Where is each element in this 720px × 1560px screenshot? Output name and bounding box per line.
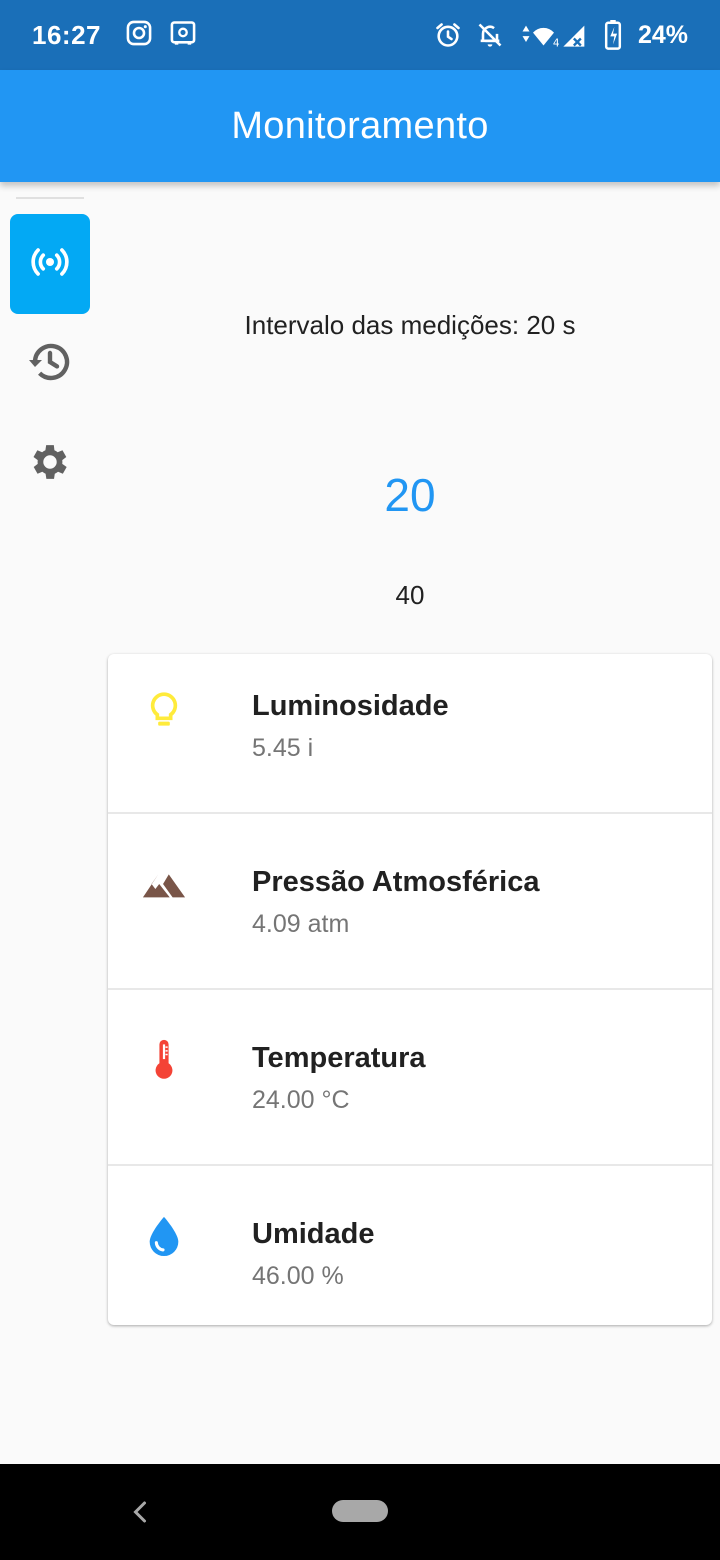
thermometer-icon [132,1028,196,1092]
page-title: Monitoramento [231,104,489,147]
chevron-left-icon [133,1501,146,1523]
app-bar: Monitoramento [0,70,720,182]
status-notification-icons [125,19,197,52]
sensor-value: 4.09 atm [252,910,350,938]
sensor-value: 5.45 i [252,734,314,762]
status-time: 16:27 [32,19,101,50]
nav-item-settings[interactable] [10,414,90,514]
sensor-row-temperature: Temperatura 24.00 °C [108,990,712,1166]
notifications-off-icon [476,21,504,49]
status-system-icons: 4 24% [434,20,688,50]
status-bar: 16:27 4 24% [0,0,720,70]
network-signal-icon: 4 [518,21,590,49]
nav-item-monitor[interactable] [10,214,90,314]
interval-picker-selected-value[interactable]: 20 [100,468,720,522]
battery-percentage: 24% [637,20,688,49]
terrain-icon [132,852,196,916]
nav-divider [16,197,84,199]
lightbulb-icon [132,678,196,742]
back-button[interactable] [122,1494,158,1530]
sensor-title: Luminosidade [252,690,449,722]
system-navigation-bar [0,1464,720,1560]
instagram-icon [125,19,153,52]
nav-item-history[interactable] [10,314,90,414]
history-icon [26,338,74,391]
sensor-title: Umidade [252,1218,375,1250]
network-type-label: 4 [553,38,560,49]
gear-icon [27,439,73,490]
home-button[interactable] [332,1500,388,1522]
wifi-tethering-icon [28,240,72,289]
sensor-title: Pressão Atmosférica [252,866,540,898]
sensor-row-humidity: Umidade 46.00 % [108,1166,712,1325]
interval-picker-next-value[interactable]: 40 [100,580,720,611]
safe-icon [169,19,197,52]
water-drop-icon [132,1204,196,1268]
sensor-value: 24.00 °C [252,1086,350,1114]
battery-charging-icon [604,20,622,50]
interval-label: Intervalo das medições: 20 s [244,310,576,340]
sensor-value: 46.00 % [252,1262,344,1290]
sensor-card: Luminosidade 5.45 i Pressão Atmosférica … [108,654,712,1325]
sensor-row-pressure: Pressão Atmosférica 4.09 atm [108,814,712,990]
sensor-row-luminosity: Luminosidade 5.45 i [108,654,712,814]
sensor-title: Temperatura [252,1042,426,1074]
alarm-icon [434,21,462,49]
